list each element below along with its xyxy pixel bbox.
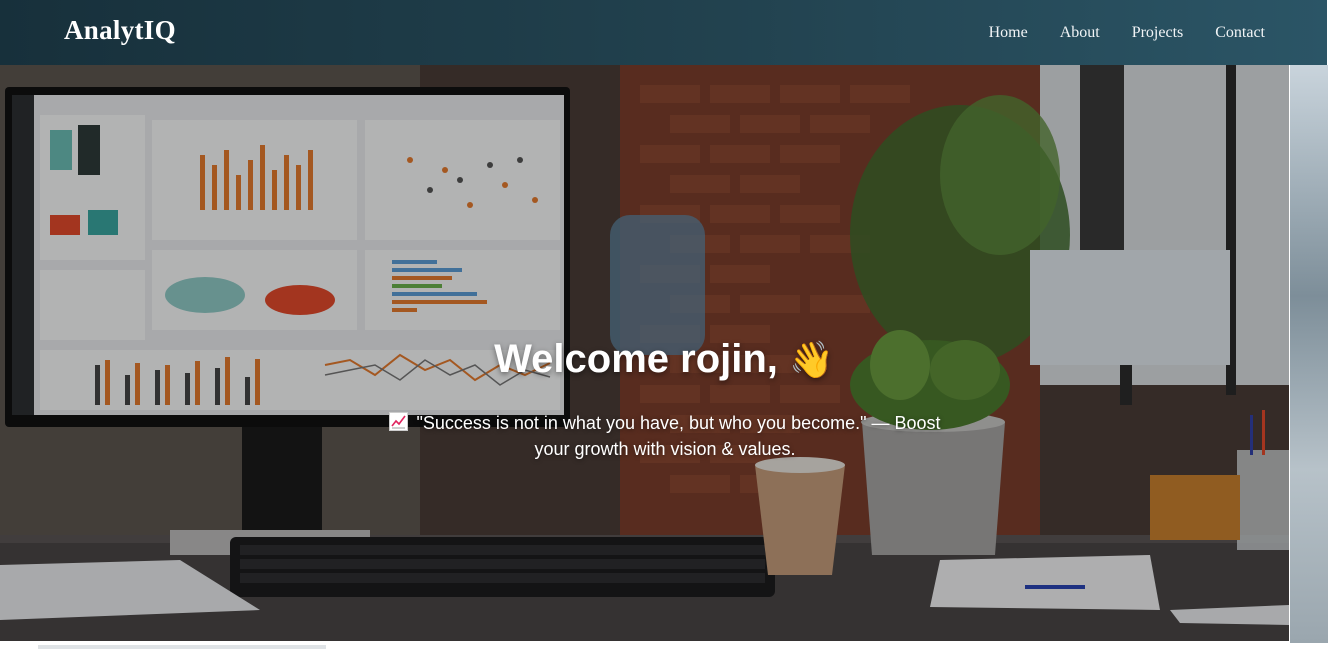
waving-hand-icon: 👋 (789, 339, 834, 380)
greeting-text: Welcome rojin, (494, 337, 778, 381)
quote-text: "Success is not in what you have, but wh… (416, 413, 941, 459)
nav-links: Home About Projects Contact (989, 24, 1265, 42)
nav-link-about[interactable]: About (1060, 24, 1100, 42)
nav-link-projects[interactable]: Projects (1132, 24, 1184, 42)
hero-quote: "Success is not in what you have, but wh… (370, 410, 960, 462)
nav-link-contact[interactable]: Contact (1215, 24, 1265, 42)
background-edge-strip (1290, 65, 1328, 643)
chart-increasing-icon (389, 412, 409, 431)
brand-logo[interactable]: AnalytIQ (64, 15, 176, 46)
nav-link-home[interactable]: Home (989, 24, 1028, 42)
hero-section: Welcome rojin, 👋 "Success is not in what… (0, 65, 1289, 641)
navbar: AnalytIQ Home About Projects Contact (0, 0, 1327, 65)
horizontal-scrollbar[interactable] (38, 645, 326, 649)
hero-title: Welcome rojin, 👋 (0, 337, 1289, 382)
